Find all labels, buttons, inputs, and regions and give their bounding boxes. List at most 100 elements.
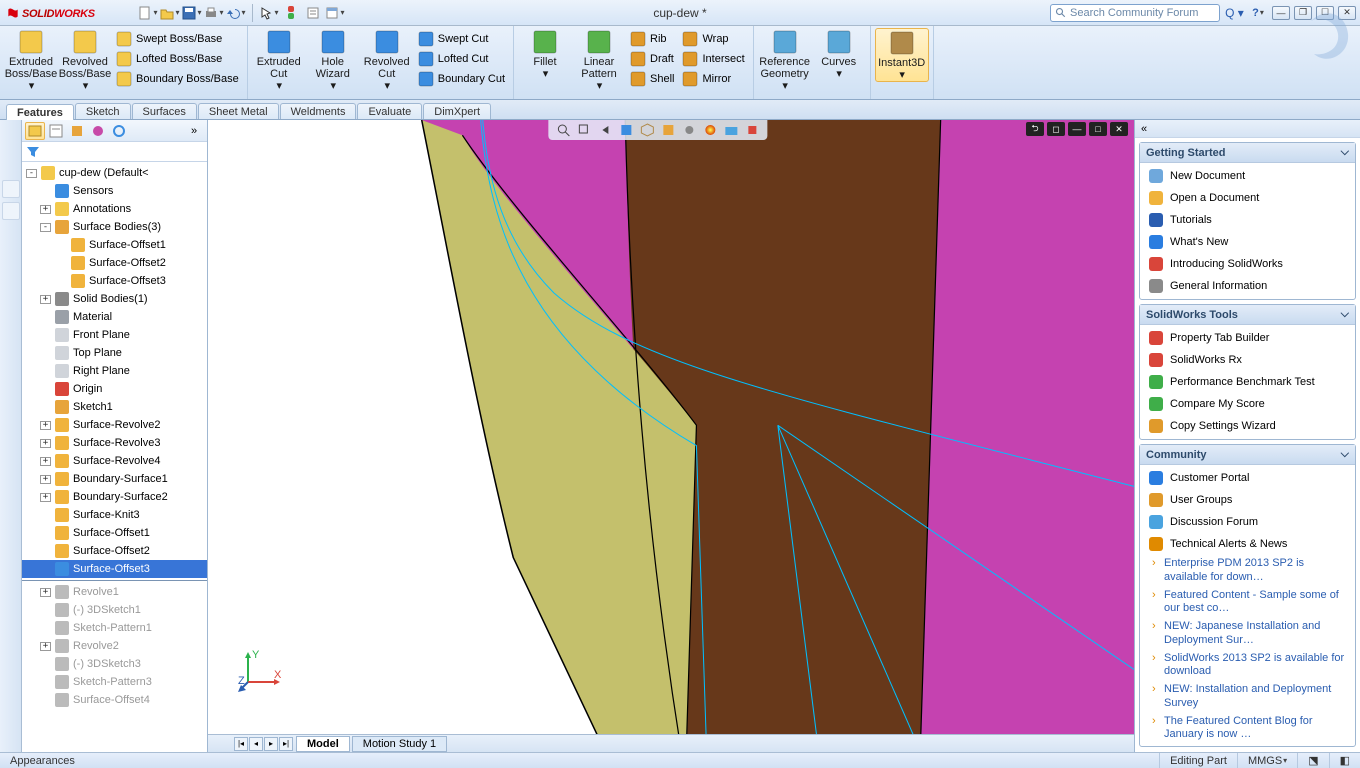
ribbon-wrap[interactable]: Wrap: [678, 30, 748, 48]
ribbon-tab-dimxpert[interactable]: DimXpert: [423, 103, 491, 119]
taskpane-item[interactable]: SolidWorks Rx: [1140, 349, 1355, 371]
taskpane-section-head[interactable]: SolidWorks Tools⌵: [1140, 305, 1355, 325]
tree-item[interactable]: Surface-Knit3: [22, 506, 207, 524]
appearance-icon[interactable]: [701, 121, 719, 139]
status-extra-1[interactable]: ⬔: [1297, 753, 1328, 768]
taskpane-item[interactable]: What's New: [1140, 231, 1355, 253]
taskpane-item[interactable]: Technical Alerts & News: [1140, 533, 1355, 555]
tree-item[interactable]: Surface-Offset2: [22, 254, 207, 272]
bottom-tab-model[interactable]: Model: [296, 736, 350, 752]
ribbon-lofted-boss/base[interactable]: Lofted Boss/Base: [112, 50, 243, 68]
open-doc-button[interactable]: ▾: [160, 3, 180, 23]
ribbon-boundary-boss/base[interactable]: Boundary Boss/Base: [112, 70, 243, 88]
ribbon-swept-cut[interactable]: Swept Cut: [414, 30, 509, 48]
ribbon-tab-sketch[interactable]: Sketch: [75, 103, 131, 119]
status-units[interactable]: MMGS ▾: [1237, 753, 1297, 768]
bottom-tab-motion-study-1[interactable]: Motion Study 1: [352, 736, 447, 752]
ribbon-shell[interactable]: Shell: [626, 70, 678, 88]
save-button[interactable]: ▾: [182, 3, 202, 23]
margin-btn-1[interactable]: [2, 180, 20, 198]
options-button[interactable]: [303, 3, 323, 23]
ribbon-linear[interactable]: LinearPattern▾: [572, 28, 626, 92]
tree-item[interactable]: +Surface-Revolve2: [22, 416, 207, 434]
print-button[interactable]: ▾: [204, 3, 224, 23]
tab-nav-next[interactable]: ▸: [264, 737, 278, 751]
tree-item[interactable]: Material: [22, 308, 207, 326]
hide-show-icon[interactable]: [680, 121, 698, 139]
new-doc-button[interactable]: ▾: [138, 3, 158, 23]
tree-item[interactable]: +Boundary-Surface2: [22, 488, 207, 506]
tree-tab-display[interactable]: [109, 122, 129, 140]
tree-item[interactable]: +Revolve2: [22, 637, 207, 655]
taskpane-item[interactable]: Discussion Forum: [1140, 511, 1355, 533]
graphics-viewport[interactable]: ⮌ ◻ — □ ✕ Y X Z |◂ ◂ ▸ ▸| ModelMotion St…: [208, 120, 1134, 752]
vp-min-icon[interactable]: —: [1068, 122, 1086, 136]
scene-icon[interactable]: [722, 121, 740, 139]
tree-item[interactable]: Surface-Offset1: [22, 524, 207, 542]
ribbon-tab-features[interactable]: Features: [6, 104, 74, 120]
view-settings-icon[interactable]: [743, 121, 761, 139]
margin-btn-2[interactable]: [2, 202, 20, 220]
taskpane-news-item[interactable]: Featured Content - Sample some of our be…: [1140, 587, 1355, 619]
ribbon-extruded[interactable]: ExtrudedCut▾: [252, 28, 306, 92]
tree-item[interactable]: Front Plane: [22, 326, 207, 344]
tree-item[interactable]: (-) 3DSketch3: [22, 655, 207, 673]
tab-nav-first[interactable]: |◂: [234, 737, 248, 751]
taskpane-section-head[interactable]: Community⌵: [1140, 445, 1355, 465]
taskpane-item[interactable]: Copy Settings Wizard: [1140, 415, 1355, 437]
ribbon-fillet[interactable]: Fillet▾: [518, 28, 572, 80]
tree-item[interactable]: Sensors: [22, 182, 207, 200]
ribbon-instant3d[interactable]: Instant3D▾: [875, 28, 929, 82]
tree-item[interactable]: Surface-Offset1: [22, 236, 207, 254]
tree-item[interactable]: Right Plane: [22, 362, 207, 380]
tree-item[interactable]: Surface-Offset2: [22, 542, 207, 560]
taskpane-news-item[interactable]: NEW: Installation and Deployment Survey: [1140, 681, 1355, 713]
ribbon-curves[interactable]: Curves▾: [812, 28, 866, 80]
undo-button[interactable]: ▾: [226, 3, 246, 23]
zoom-area-icon[interactable]: [575, 121, 593, 139]
tree-item[interactable]: Surface-Offset4: [22, 691, 207, 709]
search-opts-button[interactable]: Q ▾: [1224, 3, 1244, 23]
ribbon-tab-evaluate[interactable]: Evaluate: [357, 103, 422, 119]
tree-item[interactable]: Sketch1: [22, 398, 207, 416]
taskpane-item[interactable]: Compare My Score: [1140, 393, 1355, 415]
vp-close-icon[interactable]: ✕: [1110, 122, 1128, 136]
tree-tab-property[interactable]: [46, 122, 66, 140]
taskpane-news-item[interactable]: The Featured Content Blog for January is…: [1140, 713, 1355, 745]
ribbon-hole[interactable]: HoleWizard▾: [306, 28, 360, 92]
taskpane-news-item[interactable]: NEW: Japanese Installation and Deploymen…: [1140, 618, 1355, 650]
tree-tab-config[interactable]: [67, 122, 87, 140]
tab-nav-prev[interactable]: ◂: [249, 737, 263, 751]
ribbon-boundary-cut[interactable]: Boundary Cut: [414, 70, 509, 88]
taskpane-item[interactable]: Property Tab Builder: [1140, 327, 1355, 349]
section-view-icon[interactable]: [617, 121, 635, 139]
ribbon-reference[interactable]: ReferenceGeometry▾: [758, 28, 812, 92]
display-style-icon[interactable]: [659, 121, 677, 139]
minimize-button[interactable]: —: [1272, 6, 1290, 20]
vp-restore-icon[interactable]: ⮌: [1026, 122, 1044, 136]
taskpane-item[interactable]: User Groups: [1140, 489, 1355, 511]
taskpane-item[interactable]: Open a Document: [1140, 187, 1355, 209]
ribbon-tab-weldments[interactable]: Weldments: [280, 103, 357, 119]
status-extra-2[interactable]: ◧: [1329, 753, 1360, 768]
tree-item[interactable]: Top Plane: [22, 344, 207, 362]
tree-item[interactable]: Sketch-Pattern3: [22, 673, 207, 691]
select-button[interactable]: ▾: [259, 3, 279, 23]
taskpane-section-head[interactable]: Getting Started⌵: [1140, 143, 1355, 163]
tree-item[interactable]: Surface-Offset3: [22, 560, 207, 578]
task-pane-collapse[interactable]: «: [1135, 120, 1360, 138]
ribbon-rib[interactable]: Rib: [626, 30, 678, 48]
tree-item[interactable]: (-) 3DSketch1: [22, 601, 207, 619]
help-button[interactable]: ?▾: [1248, 3, 1268, 23]
tree-item[interactable]: Surface-Offset3: [22, 272, 207, 290]
taskpane-news-item[interactable]: Enterprise PDM 2013 SP2 is available for…: [1140, 555, 1355, 587]
vp-new-icon[interactable]: ◻: [1047, 122, 1065, 136]
ribbon-lofted-cut[interactable]: Lofted Cut: [414, 50, 509, 68]
search-input[interactable]: Search Community Forum: [1050, 4, 1220, 22]
taskpane-item[interactable]: Customer Portal: [1140, 467, 1355, 489]
tree-item[interactable]: Origin: [22, 380, 207, 398]
ribbon-mirror[interactable]: Mirror: [678, 70, 748, 88]
tree-item[interactable]: +Revolve1: [22, 583, 207, 601]
tree-tab-dimxpert[interactable]: [88, 122, 108, 140]
tree-item[interactable]: +Boundary-Surface1: [22, 470, 207, 488]
